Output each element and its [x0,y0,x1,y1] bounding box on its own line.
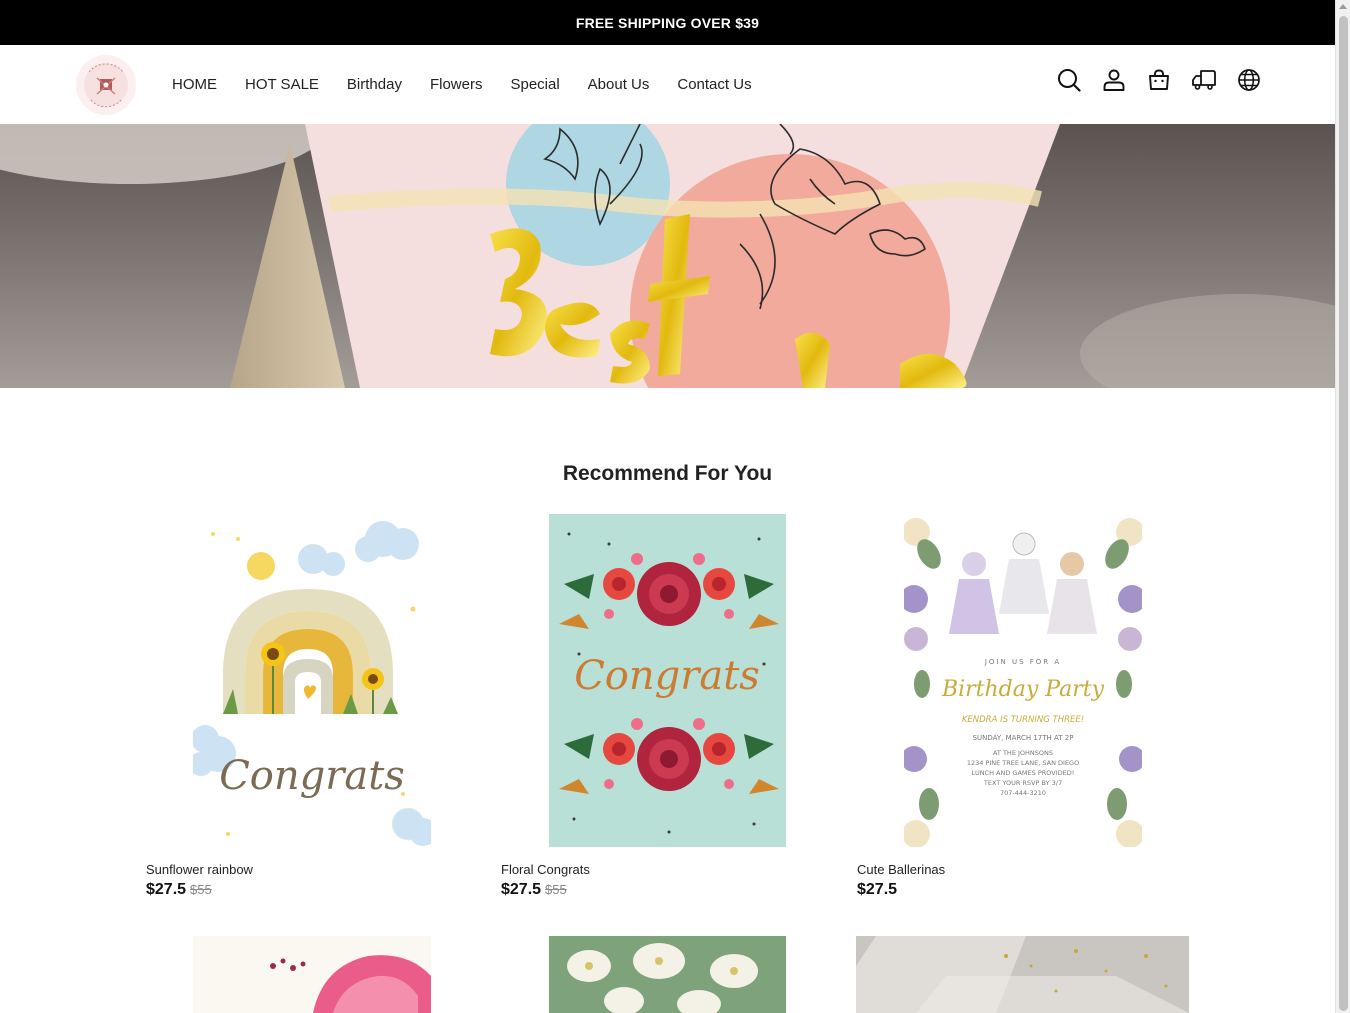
nav-flowers[interactable]: Flowers [430,76,483,93]
nav-about-us[interactable]: About Us [588,76,650,93]
hero-banner[interactable] [0,124,1335,388]
nav-hot-sale[interactable]: HOT SALE [245,76,319,93]
card-line: AT THE JOHNSONS [993,749,1053,757]
product-name[interactable]: Sunflower rainbow [146,862,253,877]
site-header: HOME HOT SALE Birthday Flowers Special A… [0,45,1335,124]
account-icon[interactable] [1101,67,1127,93]
sale-price: $27.5 [501,881,542,898]
floral-congrats-image: Congrats [549,514,786,847]
card-text: Congrats [219,753,405,799]
main-nav: HOME HOT SALE Birthday Flowers Special A… [172,45,780,124]
search-icon[interactable] [1056,67,1082,93]
nav-special[interactable]: Special [510,76,559,93]
announcement-bar: FREE SHIPPING OVER $39 [0,0,1335,45]
white-orchid-card-image [549,936,786,1013]
scroll-up-arrow-icon[interactable] [1339,4,1347,9]
product-image-row2-1[interactable] [193,936,431,1013]
hibiscus-card-image [193,936,431,1013]
product-price: $27.5 $55 [146,881,212,899]
hero-image [0,124,1335,388]
card-text: Congrats [574,653,760,699]
card-line: Birthday Party [941,677,1105,702]
logo-icon [76,55,136,115]
nav-birthday[interactable]: Birthday [347,76,402,93]
product-image-row2-2[interactable] [549,936,786,1013]
section-title: Recommend For You [562,462,773,485]
page: FREE SHIPPING OVER $39 HOME HOT SALE Bir… [0,0,1335,1013]
language-globe-icon[interactable] [1236,67,1262,93]
product-image-row2-3[interactable] [856,936,1189,1013]
product-image-sunflower-rainbow[interactable]: Congrats [193,514,431,847]
product-price: $27.5 [857,881,897,899]
cute-ballerinas-image: JOIN US FOR A Birthday Party KENDRA IS T… [904,514,1142,847]
header-icons [1056,67,1262,93]
announcement-text: FREE SHIPPING OVER $39 [575,14,760,31]
nav-home[interactable]: HOME [172,76,217,93]
sunflower-rainbow-image: Congrats [193,514,431,847]
card-line: 1234 PINE TREE LANE, SAN DIEGO [967,759,1079,767]
vertical-scrollbar[interactable] [1335,0,1350,1013]
scrollbar-thumb[interactable] [1339,16,1348,1011]
original-price: $55 [545,882,567,897]
card-line: LUNCH AND GAMES PROVIDED! [972,769,1075,777]
card-line: SUNDAY, MARCH 17TH AT 2P [973,734,1074,742]
site-logo[interactable] [66,54,146,116]
card-line: TEXT YOUR RSVP BY 3/7 [983,779,1062,787]
card-line: JOIN US FOR A [984,658,1061,666]
card-line: 707-444-3210 [1000,789,1046,797]
product-price: $27.5 $55 [501,881,567,899]
product-name[interactable]: Floral Congrats [501,862,590,877]
gold-confetti-card-image [856,936,1189,1013]
nav-contact-us[interactable]: Contact Us [677,76,751,93]
card-line: KENDRA IS TURNING THREE! [962,715,1084,725]
cart-icon[interactable] [1146,67,1172,93]
product-name[interactable]: Cute Ballerinas [857,862,945,877]
product-image-floral-congrats[interactable]: Congrats [549,514,786,847]
shipping-truck-icon[interactable] [1191,67,1217,93]
sale-price: $27.5 [146,881,187,898]
sale-price: $27.5 [857,881,898,898]
original-price: $55 [190,882,212,897]
product-image-cute-ballerinas[interactable]: JOIN US FOR A Birthday Party KENDRA IS T… [904,514,1142,847]
